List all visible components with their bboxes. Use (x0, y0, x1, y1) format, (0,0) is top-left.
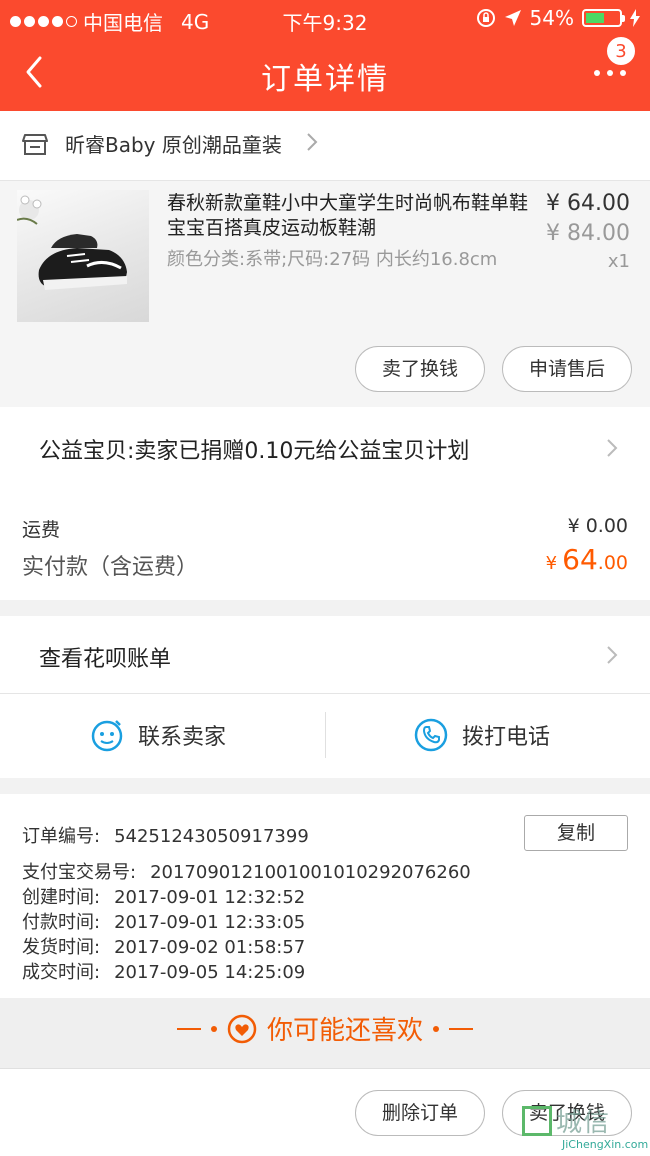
paid-currency: ¥ (545, 553, 558, 574)
battery-percent: 54% (529, 6, 574, 30)
paid-decimal: .00 (597, 552, 628, 574)
paid-label: 实付款（含运费） (22, 555, 199, 580)
status-bar: 中国电信 4G 下午9:32 54% (0, 0, 650, 38)
product-quantity: x1 (607, 251, 630, 272)
paid-amount: ¥ 64.00 (546, 543, 628, 576)
shipped-label: 发货时间: (22, 937, 101, 958)
watermark-logo: 城信 JiChengXin.com (522, 1102, 648, 1154)
phone-icon (414, 718, 448, 752)
product-price: ¥ 64.00 (546, 191, 630, 216)
huabei-text: 查看花呗账单 (39, 647, 172, 672)
shipping-label: 运费 (22, 519, 61, 541)
battery-icon (582, 9, 625, 27)
shop-name: 昕睿Baby 原创潮品童装 (65, 133, 282, 157)
location-icon (504, 10, 521, 26)
resell-button[interactable]: 卖了换钱 (355, 346, 485, 392)
contact-seller-button[interactable]: 联系卖家 (90, 718, 226, 752)
alipay-number-row: 支付宝交易号: 2017090121001001010292076260 (22, 858, 471, 884)
shipping-value: ¥ 0.00 (567, 515, 628, 537)
store-icon (22, 134, 48, 155)
shipped-value: 2017-09-02 01:58:57 (114, 937, 306, 958)
paid-integer: 64 (562, 543, 598, 576)
huabei-bill-row[interactable]: 查看花呗账单 (0, 616, 650, 694)
paid-time-value: 2017-09-01 12:33:05 (114, 912, 306, 933)
order-number-label: 订单编号: (22, 826, 101, 847)
paid-time-row: 付款时间: 2017-09-01 12:33:05 (22, 908, 305, 934)
charity-row[interactable]: 公益宝贝:卖家已捐赠0.10元给公益宝贝计划 (0, 407, 650, 487)
shipped-time-row: 发货时间: 2017-09-02 01:58:57 (22, 933, 305, 959)
product-spec: 颜色分类:系带;尺码:27码 内长约16.8cm (167, 249, 498, 270)
created-time-row: 创建时间: 2017-09-01 12:32:52 (22, 883, 305, 909)
charging-icon (630, 9, 640, 27)
alipay-label: 支付宝交易号: (22, 862, 137, 883)
charity-text: 公益宝贝:卖家已捐赠0.10元给公益宝贝计划 (39, 439, 470, 464)
copy-button[interactable]: 复制 (524, 815, 628, 851)
recommend-header: 你可能还喜欢 (0, 998, 650, 1068)
paid-time-label: 付款时间: (22, 912, 101, 933)
call-phone-button[interactable]: 拨打电话 (414, 718, 550, 752)
completed-time-row: 成交时间: 2017-09-05 14:25:09 (22, 958, 305, 984)
alipay-value: 2017090121001001010292076260 (150, 862, 471, 883)
completed-value: 2017-09-05 14:25:09 (114, 962, 306, 983)
chevron-right-icon (607, 646, 618, 664)
after-sale-button[interactable]: 申请售后 (502, 346, 632, 392)
watermark-en: JiChengXin.com (562, 1138, 649, 1151)
rotation-lock-icon (476, 9, 495, 27)
product-title[interactable]: 春秋新款童鞋小中大童学生时尚帆布鞋单鞋宝宝百搭真皮运动板鞋潮 (167, 191, 532, 241)
completed-label: 成交时间: (22, 962, 101, 983)
shop-row[interactable]: 昕睿Baby 原创潮品童装 (0, 111, 650, 181)
created-label: 创建时间: (22, 887, 101, 908)
chat-face-icon (91, 720, 123, 752)
created-value: 2017-09-01 12:32:52 (114, 887, 306, 908)
product-image[interactable] (17, 190, 149, 322)
product-card: 春秋新款童鞋小中大童学生时尚帆布鞋单鞋宝宝百搭真皮运动板鞋潮 颜色分类:系带;尺… (0, 181, 650, 407)
contact-bar: 联系卖家 拨打电话 (0, 694, 650, 778)
call-phone-label: 拨打电话 (462, 725, 551, 750)
heart-icon (227, 1014, 257, 1043)
chevron-right-icon (607, 439, 618, 457)
watermark-cn: 城信 (556, 1108, 611, 1138)
product-original-price: ¥ 84.00 (546, 221, 630, 246)
divider (325, 712, 326, 758)
recommend-title: 你可能还喜欢 (266, 1016, 423, 1046)
order-number-row: 订单编号: 54251243050917399 (22, 822, 309, 848)
message-count-badge: 3 (606, 36, 636, 66)
order-number-value: 54251243050917399 (114, 826, 309, 847)
order-info: 订单编号: 54251243050917399 复制 支付宝交易号: 2017090… (0, 794, 650, 998)
chevron-right-icon (307, 133, 318, 151)
top-bar: 中国电信 4G 下午9:32 54% 订单详情 3 (0, 0, 650, 111)
payment-summary: 运费 ¥ 0.00 实付款（含运费） ¥ 64.00 (0, 487, 650, 600)
delete-order-button[interactable]: 删除订单 (355, 1090, 485, 1136)
contact-seller-label: 联系卖家 (138, 725, 227, 750)
page-title: 订单详情 (261, 62, 389, 97)
